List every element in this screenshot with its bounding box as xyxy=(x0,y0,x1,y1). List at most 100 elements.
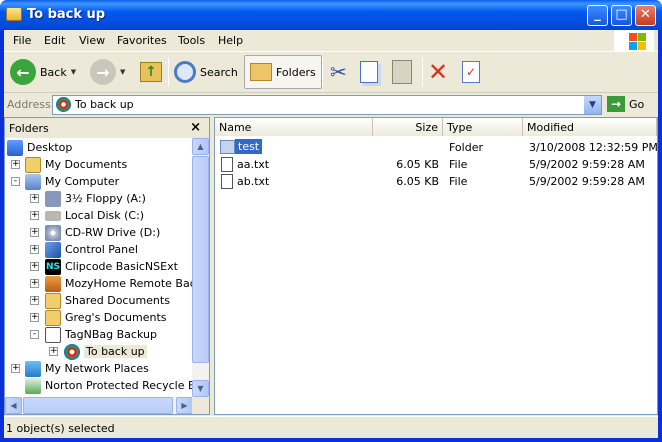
address-dropdown-icon[interactable]: ▼ xyxy=(584,96,601,114)
column-headers: Name Size Type Modified xyxy=(215,118,657,136)
tree-item-label: To back up xyxy=(84,345,147,358)
tree-item-to-back-up[interactable]: To back up xyxy=(64,343,147,360)
forward-arrow-icon: → xyxy=(90,59,116,85)
tree-item-recycle-bin[interactable]: Norton Protected Recycle Bin xyxy=(25,377,193,394)
delete-button[interactable]: ✕ xyxy=(428,55,448,89)
cd-drive-icon xyxy=(45,224,61,241)
forward-button[interactable]: → ▼ xyxy=(90,55,125,89)
folders-button[interactable]: Folders xyxy=(244,55,322,89)
properties-icon: ✓ xyxy=(462,61,480,83)
back-button[interactable]: ← Back ▼ xyxy=(10,55,76,89)
tree-vertical-scrollbar[interactable]: ▲ ▼ xyxy=(192,138,209,397)
folders-pane-header: Folders × xyxy=(5,118,209,138)
tree-item-label: TagNBag Backup xyxy=(65,328,157,341)
tree-item-network-places[interactable]: My Network Places xyxy=(25,360,149,377)
tree-item-shared-documents[interactable]: Shared Documents xyxy=(45,292,170,309)
file-modified: 5/9/2002 9:59:28 AM xyxy=(529,175,645,188)
back-dropdown-icon[interactable]: ▼ xyxy=(71,68,76,76)
tree-item-label: Desktop xyxy=(27,141,73,154)
scroll-down-icon[interactable]: ▼ xyxy=(192,380,209,397)
menu-edit[interactable]: Edit xyxy=(44,34,65,47)
tree-item-label: MozyHome Remote Backup xyxy=(65,277,193,290)
close-pane-icon[interactable]: × xyxy=(190,120,201,135)
tree-item-label: Norton Protected Recycle Bin xyxy=(45,379,193,392)
tree-item-floppy[interactable]: 3½ Floppy (A:) xyxy=(45,190,146,207)
file-type: Folder xyxy=(449,141,483,154)
file-row[interactable]: test Folder 3/10/2008 12:32:59 PM xyxy=(215,139,658,156)
expand-icon[interactable]: + xyxy=(30,245,39,254)
minimize-button[interactable]: _ xyxy=(587,5,608,26)
file-size: 6.05 KB xyxy=(396,175,439,188)
paste-button[interactable] xyxy=(392,55,412,89)
expand-icon[interactable]: + xyxy=(30,194,39,203)
tree-item-label: CD-RW Drive (D:) xyxy=(65,226,161,239)
tree-item-my-computer[interactable]: My Computer xyxy=(25,173,119,190)
title-bar[interactable]: To back up _ □ ✕ xyxy=(0,0,662,30)
maximize-button[interactable]: □ xyxy=(611,5,632,26)
tagnbag-icon xyxy=(45,326,61,343)
folder-icon xyxy=(6,7,22,21)
column-type[interactable]: Type xyxy=(443,118,523,136)
search-button[interactable]: Search xyxy=(174,55,238,89)
status-text: 1 object(s) selected xyxy=(6,422,115,435)
network-icon xyxy=(25,360,41,377)
expand-icon[interactable]: + xyxy=(11,160,20,169)
tree-item-tagnbag[interactable]: TagNBag Backup xyxy=(45,326,157,343)
tree-item-mozyhome[interactable]: MozyHome Remote Backup xyxy=(45,275,193,292)
scroll-thumb[interactable] xyxy=(23,397,173,414)
tree-item-local-disk[interactable]: Local Disk (C:) xyxy=(45,207,144,224)
menu-help[interactable]: Help xyxy=(218,34,243,47)
column-name[interactable]: Name xyxy=(215,118,373,136)
file-row[interactable]: aa.txt 6.05 KB File 5/9/2002 9:59:28 AM xyxy=(215,156,657,173)
column-size[interactable]: Size xyxy=(373,118,443,136)
tree-item-cd-drive[interactable]: CD-RW Drive (D:) xyxy=(45,224,160,241)
disk-icon xyxy=(45,210,61,221)
go-button[interactable]: → Go xyxy=(607,96,644,112)
delete-x-icon: ✕ xyxy=(428,58,449,86)
close-button[interactable]: ✕ xyxy=(635,5,656,26)
explorer-window: To back up _ □ ✕ File Edit View Favorite… xyxy=(0,0,662,442)
search-icon xyxy=(174,61,196,83)
folders-pane-title: Folders xyxy=(9,122,49,135)
expand-icon[interactable]: + xyxy=(30,313,39,322)
tree-horizontal-scrollbar[interactable]: ◀ ▶ xyxy=(5,397,193,414)
back-label: Back xyxy=(40,65,67,79)
tree-item-desktop[interactable]: Desktop xyxy=(7,139,72,156)
expand-icon[interactable]: + xyxy=(30,228,39,237)
collapse-icon[interactable]: - xyxy=(11,177,20,186)
scroll-thumb[interactable] xyxy=(192,156,209,363)
scroll-up-icon[interactable]: ▲ xyxy=(192,138,209,155)
menu-favorites[interactable]: Favorites xyxy=(117,34,167,47)
menu-view[interactable]: View xyxy=(79,34,105,47)
address-bar: Address To back up ▼ → Go xyxy=(4,93,658,117)
control-panel-icon xyxy=(45,241,61,258)
scroll-right-icon[interactable]: ▶ xyxy=(176,397,193,414)
ns-icon: NS xyxy=(45,258,61,275)
tree-item-label: My Computer xyxy=(45,175,120,188)
tree-item-my-documents[interactable]: My Documents xyxy=(25,156,127,173)
tree-item-label: 3½ Floppy (A:) xyxy=(65,192,146,205)
folders-pane: Folders × Desktop + My Documents - My Co… xyxy=(4,117,210,415)
documents-folder-icon xyxy=(25,156,41,173)
address-input[interactable]: To back up ▼ xyxy=(52,95,602,115)
tree-item-control-panel[interactable]: Control Panel xyxy=(45,241,138,258)
scroll-left-icon[interactable]: ◀ xyxy=(5,397,22,414)
collapse-icon[interactable]: - xyxy=(30,330,39,339)
copy-button[interactable] xyxy=(360,55,378,89)
menu-tools[interactable]: Tools xyxy=(178,34,205,47)
tree-item-clipcode[interactable]: NS Clipcode BasicNSExt xyxy=(45,258,178,275)
expand-icon[interactable]: + xyxy=(30,279,39,288)
properties-button[interactable]: ✓ xyxy=(462,55,480,89)
expand-icon[interactable]: + xyxy=(11,364,20,373)
expand-icon[interactable]: + xyxy=(30,296,39,305)
cut-button[interactable]: ✂ xyxy=(330,55,347,89)
expand-icon[interactable]: + xyxy=(30,211,39,220)
file-row[interactable]: ab.txt 6.05 KB File 5/9/2002 9:59:28 AM xyxy=(215,173,657,190)
tree-item-gregs-documents[interactable]: Greg's Documents xyxy=(45,309,167,326)
expand-icon[interactable]: + xyxy=(49,347,58,356)
forward-dropdown-icon[interactable]: ▼ xyxy=(120,68,125,76)
expand-icon[interactable]: + xyxy=(30,262,39,271)
column-modified[interactable]: Modified xyxy=(523,118,657,136)
menu-file[interactable]: File xyxy=(13,34,31,47)
up-folder-button[interactable]: ↑ xyxy=(140,55,162,89)
